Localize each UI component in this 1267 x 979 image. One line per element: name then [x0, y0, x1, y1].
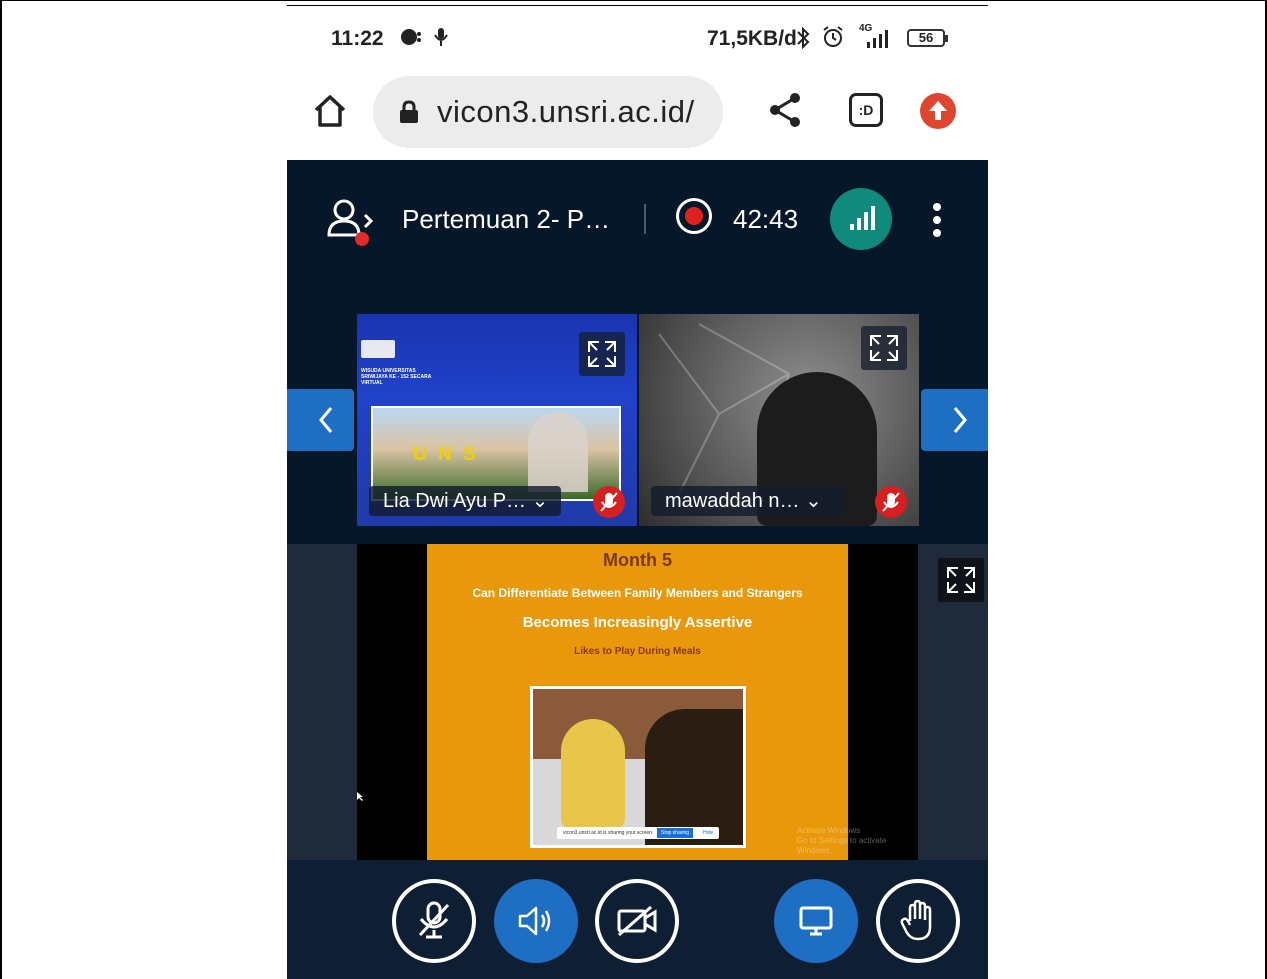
meeting-title[interactable]: Pertemuan 2- P…: [402, 204, 610, 235]
meeting-area: Pertemuan 2- P… 42:43 WISUDA UNIVERSITAS…: [287, 160, 988, 979]
mic-off-icon: [418, 901, 450, 939]
expand-tile-button[interactable]: [861, 326, 907, 370]
meeting-header: Pertemuan 2- P… 42:43: [287, 160, 988, 278]
monitor-icon: [799, 906, 833, 936]
browser-toolbar: vicon3.unsri.ac.id/ :D: [287, 64, 988, 160]
bluetooth-icon: [797, 26, 810, 50]
screen-share-notice: vicon3.unsri.ac.id is sharing your scree…: [557, 827, 719, 839]
home-icon[interactable]: [311, 92, 349, 130]
campus-sign: U N S: [413, 444, 479, 465]
cursor-icon: [357, 792, 363, 801]
hand-icon: [900, 899, 932, 941]
phone-screen: 11:22 71,5KB/d 4G 56 vicon3.unsri.ac.id/: [287, 6, 988, 979]
muted-mic-indicator: [875, 486, 907, 518]
header-divider: [644, 204, 646, 234]
mute-button[interactable]: [392, 879, 476, 963]
extension-d-button[interactable]: :D: [849, 93, 883, 127]
network-speed: 71,5KB/d: [707, 27, 797, 50]
stop-sharing-button[interactable]: Stop sharing: [657, 828, 694, 838]
more-options-icon[interactable]: [930, 202, 944, 238]
slide-photo: [530, 686, 746, 848]
university-logos: [361, 340, 395, 358]
photo-baby: [561, 719, 625, 829]
signal-bars-icon: [850, 206, 875, 230]
url-text: vicon3.unsri.ac.id/: [437, 94, 695, 129]
participant-name-pill[interactable]: Lia Dwi Ayu P… ⌄: [369, 486, 561, 516]
speaker-icon: [518, 906, 551, 936]
mic-off-icon: [882, 492, 900, 512]
expand-icon: [870, 335, 898, 361]
microphone-icon: [434, 28, 448, 46]
share-icon[interactable]: [767, 92, 803, 128]
message-icon: [401, 29, 421, 45]
mic-off-icon: [600, 492, 618, 512]
lock-icon: [400, 100, 418, 123]
control-bar: [287, 860, 988, 979]
chevron-left-icon: [319, 407, 333, 433]
raise-hand-button[interactable]: [876, 879, 960, 963]
participant-name: Lia Dwi Ayu P… ⌄: [383, 490, 549, 512]
recording-icon: [676, 198, 712, 234]
arrow-up-icon: [929, 101, 947, 120]
upload-button[interactable]: [920, 93, 956, 129]
windows-watermark: Activate Windows Go to Settings to activ…: [797, 826, 887, 855]
participant-tile[interactable]: mawaddah n… ⌄: [639, 314, 919, 526]
participant-name-pill[interactable]: mawaddah n… ⌄: [651, 486, 843, 516]
slide-title: Month 5: [603, 550, 672, 570]
participant-tile[interactable]: WISUDA UNIVERSITAS SRIWIJAYA KE - 152 SE…: [357, 314, 637, 526]
muted-mic-indicator: [593, 486, 625, 518]
presentation-margin-left: [287, 544, 357, 860]
expand-icon: [588, 341, 616, 367]
hide-link[interactable]: Hide: [703, 830, 713, 836]
screen-share-view[interactable]: Month 5 Can Differentiate Between Family…: [357, 544, 918, 860]
camera-toggle-button[interactable]: [595, 879, 679, 963]
slide-line-1: Can Differentiate Between Family Members…: [472, 586, 803, 600]
slide-line-2: Becomes Increasingly Assertive: [522, 614, 753, 631]
carousel-prev-button[interactable]: [287, 389, 354, 451]
screen-share-button[interactable]: [774, 879, 858, 963]
status-time: 11:22: [331, 27, 384, 50]
connection-status-button[interactable]: [830, 188, 892, 250]
alarm-icon: [823, 26, 843, 47]
presenter-face: [528, 412, 588, 492]
presentation-slide: Month 5 Can Differentiate Between Family…: [427, 544, 848, 860]
tile-slide-heading: WISUDA UNIVERSITAS SRIWIJAYA KE - 152 SE…: [361, 368, 432, 386]
expand-presentation-button[interactable]: [938, 558, 984, 602]
expand-tile-button[interactable]: [579, 332, 625, 376]
status-bar: 11:22 71,5KB/d 4G 56: [287, 6, 988, 64]
carousel-next-button[interactable]: [921, 389, 988, 451]
camera-off-icon: [617, 905, 657, 937]
signal-icon: [867, 30, 888, 48]
recording-time: 42:43: [733, 204, 799, 234]
slide-line-3: Likes to Play During Meals: [574, 646, 701, 657]
chevron-right-icon: [953, 407, 967, 433]
participant-name: mawaddah n… ⌄: [665, 490, 822, 512]
notification-dot: [355, 232, 369, 246]
audio-button[interactable]: [494, 879, 578, 963]
participants-icon[interactable]: [327, 197, 377, 245]
expand-icon: [947, 567, 975, 593]
address-bar[interactable]: vicon3.unsri.ac.id/: [373, 76, 723, 148]
battery-indicator: 56: [907, 29, 948, 47]
